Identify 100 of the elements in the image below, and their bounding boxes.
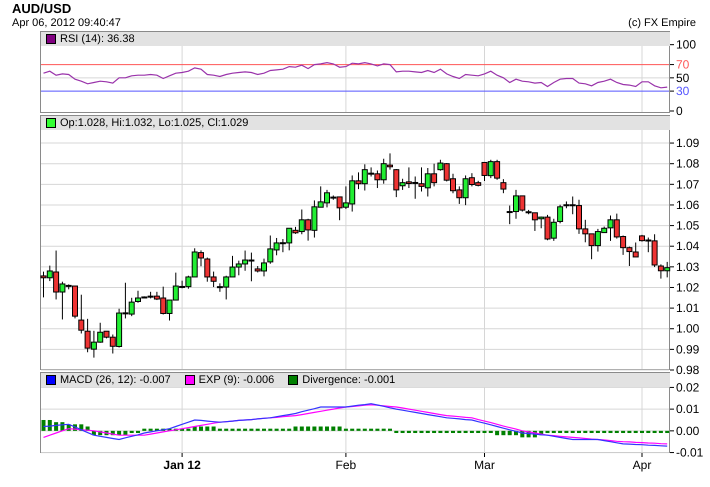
histogram-bar — [312, 426, 316, 431]
legend-label: MACD (26, 12): -0.007 — [60, 374, 171, 386]
histogram-bar — [420, 430, 424, 434]
histogram-bar — [526, 430, 531, 438]
histogram-bar — [161, 428, 166, 431]
histogram-bar — [665, 430, 670, 434]
axis-label: 1.02 — [676, 280, 700, 294]
histogram-bar — [362, 428, 367, 431]
axis-label: -0.01 — [676, 446, 704, 460]
histogram-bar — [331, 426, 336, 431]
chart-title: AUD/USD — [11, 0, 72, 17]
axis-label: Apr — [632, 458, 652, 472]
axis-label: Jan 12 — [163, 458, 201, 472]
histogram-bar — [375, 428, 380, 431]
axis-label: Feb — [336, 458, 356, 472]
histogram-bar — [243, 428, 248, 431]
histogram-bar — [640, 430, 644, 434]
histogram-bar — [212, 426, 216, 431]
histogram-bar — [627, 430, 632, 434]
histogram-bar — [583, 430, 588, 434]
histogram-bar — [218, 428, 222, 431]
axis-label: 1.05 — [676, 218, 700, 233]
axis-label: 1.04 — [676, 239, 700, 254]
histogram-bar — [621, 430, 626, 434]
axis-label: 0 — [676, 104, 683, 118]
histogram-bar — [514, 430, 518, 436]
axis-label: 1.07 — [676, 177, 700, 192]
histogram-bar — [356, 428, 360, 431]
histogram-bar — [174, 428, 178, 431]
legend-label: Divergence: -0.001 — [302, 374, 396, 386]
histogram-bar — [130, 430, 134, 434]
axis-label: 1.06 — [676, 198, 700, 212]
histogram-bar — [224, 428, 228, 431]
histogram-bar — [186, 428, 190, 431]
axis-label: 0.98 — [676, 363, 700, 377]
legend-label: Op:1.028, Hi:1.032, Lo:1.025, Cl:1.029 — [60, 117, 248, 129]
legend-label: EXP (9): -0.006 — [198, 374, 274, 386]
histogram-bar — [495, 430, 500, 436]
axis-label: 1.08 — [676, 156, 700, 171]
copyright-notice: (c) FX Empire — [628, 17, 696, 30]
histogram-bar — [79, 424, 84, 431]
axis-label: 1.03 — [676, 260, 700, 274]
histogram-bar — [602, 430, 606, 434]
axis-label: 30 — [676, 84, 690, 98]
histogram-bar — [608, 430, 612, 434]
histogram-bar — [501, 430, 506, 436]
histogram-bar — [92, 430, 96, 436]
histogram-bar — [42, 420, 46, 431]
histogram-bar — [98, 430, 102, 436]
axis-label: 0.99 — [676, 342, 700, 356]
histogram-bar — [123, 430, 128, 436]
histogram-bar — [306, 426, 310, 431]
histogram-bar — [300, 426, 304, 431]
histogram-bar — [73, 424, 77, 431]
histogram-bar — [444, 430, 449, 434]
histogram-bar — [614, 430, 619, 434]
histogram-bar — [280, 428, 285, 431]
histogram-bar — [60, 422, 64, 431]
axis-label: 50 — [676, 70, 690, 85]
histogram-bar — [262, 428, 266, 431]
axis-label: 0.02 — [676, 380, 700, 394]
histogram-bar — [86, 426, 90, 431]
histogram-bar — [488, 430, 493, 434]
histogram-bar — [104, 430, 108, 436]
histogram-bar — [413, 430, 418, 434]
histogram-bar — [249, 428, 254, 431]
histogram-bar — [457, 430, 462, 434]
axis-label: 70 — [676, 58, 690, 72]
histogram-bar — [520, 430, 524, 438]
histogram-bar — [508, 430, 512, 436]
histogram-bar — [539, 430, 544, 436]
histogram-bar — [652, 430, 657, 434]
histogram-bar — [426, 430, 430, 434]
histogram-bar — [470, 430, 474, 434]
axis-label: 1.00 — [676, 322, 700, 336]
axis-label: 0.00 — [676, 424, 700, 438]
histogram-bar — [451, 430, 455, 434]
histogram-bar — [117, 430, 122, 436]
histogram-bar — [318, 426, 323, 431]
histogram-bar — [205, 426, 210, 431]
histogram-bar — [570, 430, 575, 434]
histogram-bar — [658, 430, 663, 434]
histogram-bar — [476, 430, 480, 434]
histogram-bar — [369, 428, 374, 431]
histogram-bar — [394, 430, 398, 434]
histogram-bar — [577, 430, 581, 434]
legend-label: RSI (14): 36.38 — [60, 33, 135, 45]
histogram-bar — [558, 430, 562, 434]
histogram-bar — [287, 428, 292, 431]
histogram-bar — [546, 430, 550, 434]
histogram-bar — [532, 430, 537, 438]
histogram-bar — [294, 426, 298, 431]
histogram-bar — [154, 428, 159, 431]
axis-label: 1.01 — [676, 301, 700, 316]
histogram-bar — [406, 430, 411, 434]
histogram-bar — [48, 420, 52, 431]
timestamp: Apr 06, 2012 09:40:47 — [12, 17, 121, 30]
histogram-bar — [180, 428, 184, 431]
histogram-bar — [110, 430, 115, 436]
histogram-bar — [66, 424, 71, 431]
